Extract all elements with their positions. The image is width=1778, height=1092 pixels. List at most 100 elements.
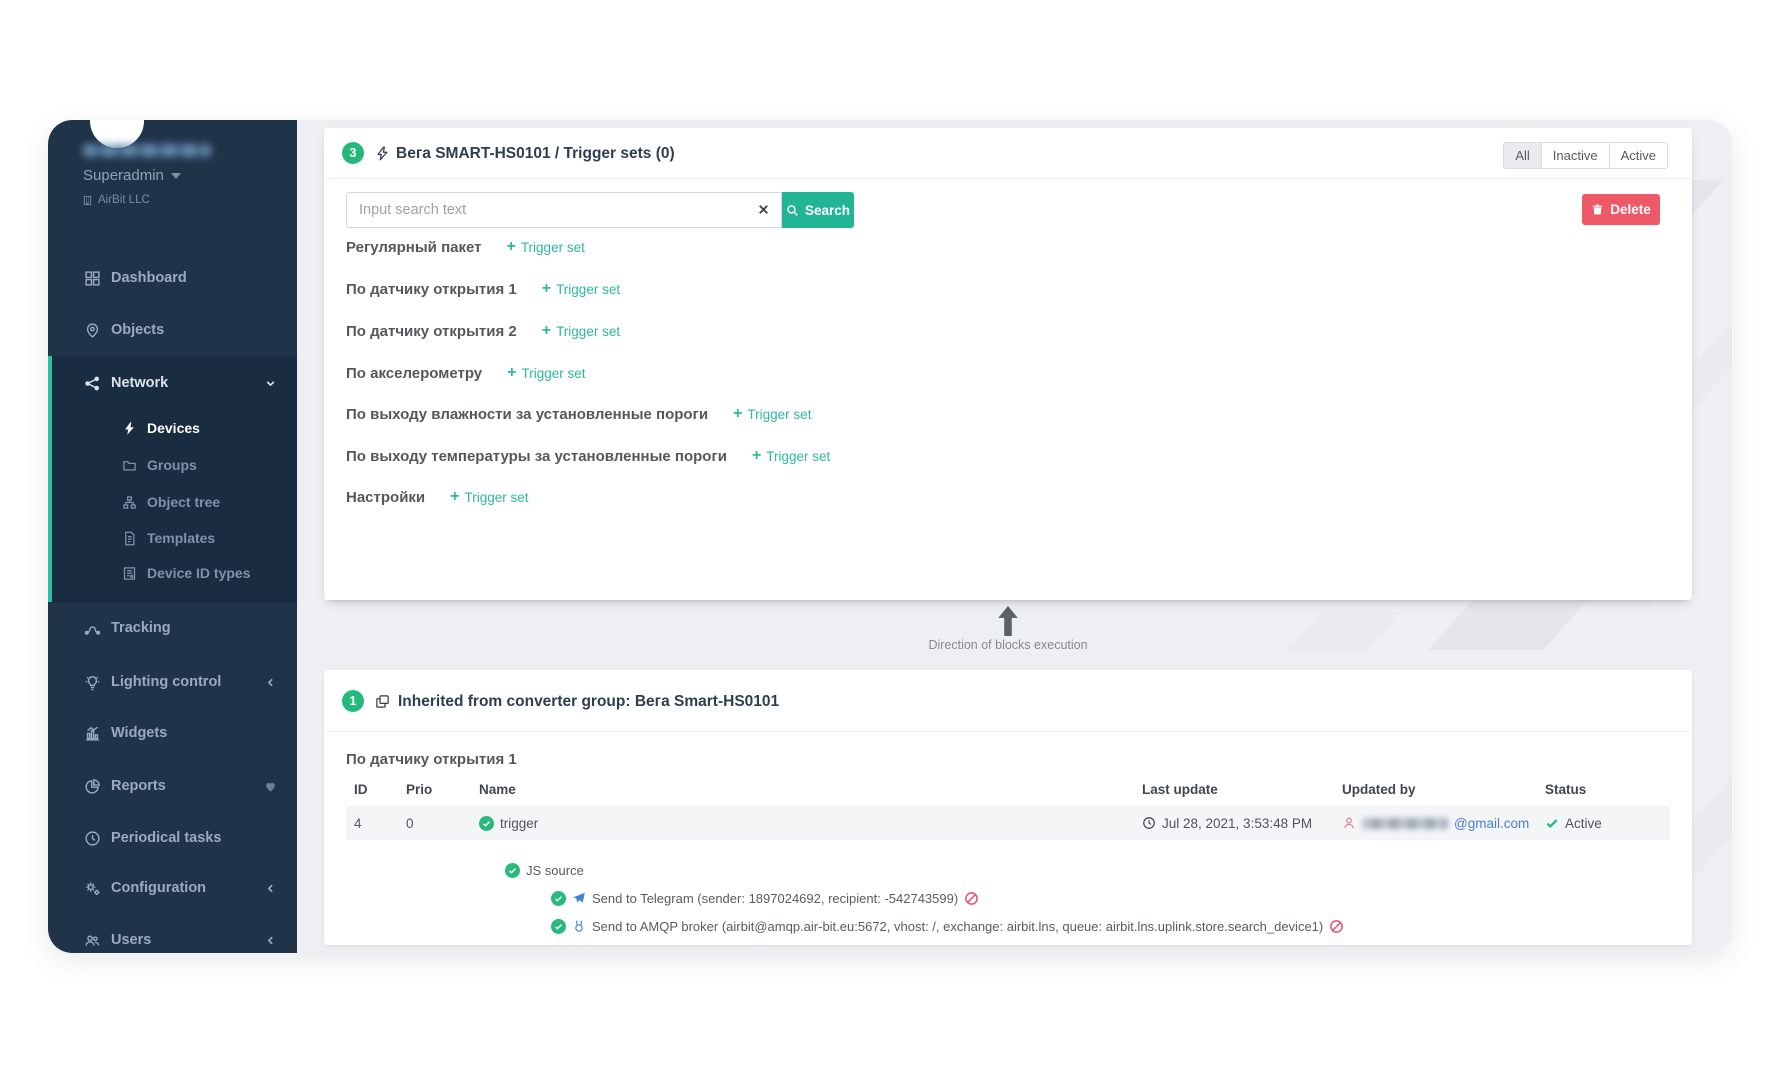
company: AirBit LLC [82,194,150,206]
step-badge: 3 [342,142,364,164]
sidebar-item-label: Device ID types [147,565,251,581]
sidebar-item-label: Devices [147,420,200,436]
trigger-group-name: По датчику открытия 1 [346,281,517,298]
id-card-icon [120,564,138,582]
add-trigger-set-link[interactable]: +Trigger set [733,406,811,422]
sidebar-item-device-id-types[interactable]: Device ID types [48,561,297,585]
person-icon [1342,816,1356,830]
filter-all-button[interactable]: All [1503,142,1541,169]
route-icon [83,619,101,637]
execution-caption: Direction of blocks execution [324,638,1692,652]
trigger-group-row: Настройки +Trigger set [346,486,529,508]
email-link[interactable]: @gmail.com [1454,816,1529,831]
delete-button[interactable]: Delete [1582,194,1660,225]
divider [324,178,1692,179]
inherited-title: Inherited from converter group: Вега Sma… [398,693,779,711]
filter-inactive-button[interactable]: Inactive [1541,142,1610,169]
sidebar: Superadmin AirBit LLC Dashboard Objects … [48,120,297,953]
location-pin-icon [83,321,101,339]
role-label: Superadmin [83,167,164,184]
check-circle-icon [505,863,520,878]
user-name-blurred [83,144,211,157]
sidebar-item-periodical-tasks[interactable]: Periodical tasks [48,826,297,850]
chevron-down-icon [264,377,277,390]
col-header-name: Name [471,782,1134,797]
sidebar-item-label: Configuration [111,880,206,896]
trigger-group-name: По выходу влажности за установленные пор… [346,406,708,423]
trigger-sets-panel: 3 Вега SMART-HS0101 / Trigger sets (0) A… [324,128,1692,600]
delete-button-label: Delete [1610,202,1651,217]
gears-icon [83,879,101,897]
sidebar-item-lighting-control[interactable]: Lighting control [48,670,297,694]
sidebar-item-label: Templates [147,530,215,546]
col-header-updated-by: Updated by [1334,782,1537,797]
sidebar-item-network[interactable]: Network [48,371,297,395]
table-row[interactable]: 4 0 trigger Jul 28, 2021, 3:53:48 PM @gm… [346,806,1670,840]
arrow-up-icon [995,606,1021,636]
page-title: Вега SMART-HS0101 / Trigger sets (0) [396,145,675,163]
sidebar-item-reports[interactable]: Reports [48,774,297,798]
search-button[interactable]: Search [782,192,854,228]
execution-direction: Direction of blocks execution [324,600,1692,670]
add-trigger-set-link[interactable]: +Trigger set [542,281,620,297]
sidebar-item-templates[interactable]: Templates [48,526,297,550]
filter-active-button[interactable]: Active [1609,142,1668,169]
building-icon [82,195,93,206]
telegram-icon [572,891,586,905]
col-header-status: Status [1537,782,1670,797]
chevron-left-icon [264,676,277,689]
sidebar-item-label: Users [111,932,151,948]
email-user-blurred [1362,818,1448,829]
dashboard-icon [83,269,101,287]
prohibit-icon[interactable] [1329,919,1344,934]
sidebar-item-configuration[interactable]: Configuration [48,876,297,900]
trash-icon [1591,203,1604,216]
sidebar-item-object-tree[interactable]: Object tree [48,490,297,514]
folder-icon [120,456,138,474]
plus-icon: + [542,323,551,339]
plus-icon: + [506,239,515,255]
company-label: AirBit LLC [98,194,150,206]
search-input[interactable] [346,192,782,228]
sidebar-item-label: Tracking [111,620,171,636]
trigger-group-name: По выходу температуры за установленные п… [346,448,727,465]
js-source-label: JS source [526,863,584,878]
add-trigger-set-link[interactable]: +Trigger set [450,489,528,505]
trigger-group-name: Настройки [346,489,425,506]
check-circle-icon [551,919,566,934]
users-icon [83,931,101,949]
prohibit-icon[interactable] [964,891,979,906]
sidebar-item-dashboard[interactable]: Dashboard [48,266,297,290]
telegram-action-label: Send to Telegram (sender: 1897024692, re… [592,891,958,906]
sidebar-item-label: Periodical tasks [111,830,221,846]
add-trigger-set-link[interactable]: +Trigger set [506,239,584,255]
cell-name: trigger [471,816,1134,831]
trigger-group-name: Регулярный пакет [346,239,481,256]
cell-status: Active [1537,816,1670,831]
amqp-action-row: Send to AMQP broker (airbit@amqp.air-bit… [551,916,1344,936]
sidebar-item-devices[interactable]: Devices [48,416,297,440]
col-header-last-update: Last update [1134,782,1334,797]
trigger-group-row: По выходу температуры за установленные п… [346,445,830,467]
trigger-group-name: По акселерометру [346,365,482,382]
add-trigger-set-link[interactable]: +Trigger set [752,448,830,464]
trigger-group-row: По датчику открытия 1 +Trigger set [346,278,620,300]
status-filter-group: All Inactive Active [1504,142,1668,169]
heart-icon[interactable] [264,780,277,793]
clear-search-icon[interactable] [756,202,771,217]
cell-updated-by: @gmail.com [1334,816,1537,831]
sidebar-item-objects[interactable]: Objects [48,318,297,342]
add-trigger-set-link[interactable]: +Trigger set [507,365,585,381]
trigger-group-row: По выходу влажности за установленные пор… [346,403,811,425]
check-icon [1545,816,1559,830]
sidebar-item-tracking[interactable]: Tracking [48,616,297,640]
sidebar-item-users[interactable]: Users [48,928,297,952]
add-trigger-set-link[interactable]: +Trigger set [542,323,620,339]
sidebar-item-widgets[interactable]: Widgets [48,721,297,745]
clock-icon [1142,816,1156,830]
network-icon [83,374,101,392]
search-button-label: Search [805,203,850,218]
sidebar-item-label: Object tree [147,494,220,510]
role-dropdown[interactable]: Superadmin [83,167,181,184]
sidebar-item-groups[interactable]: Groups [48,453,297,477]
